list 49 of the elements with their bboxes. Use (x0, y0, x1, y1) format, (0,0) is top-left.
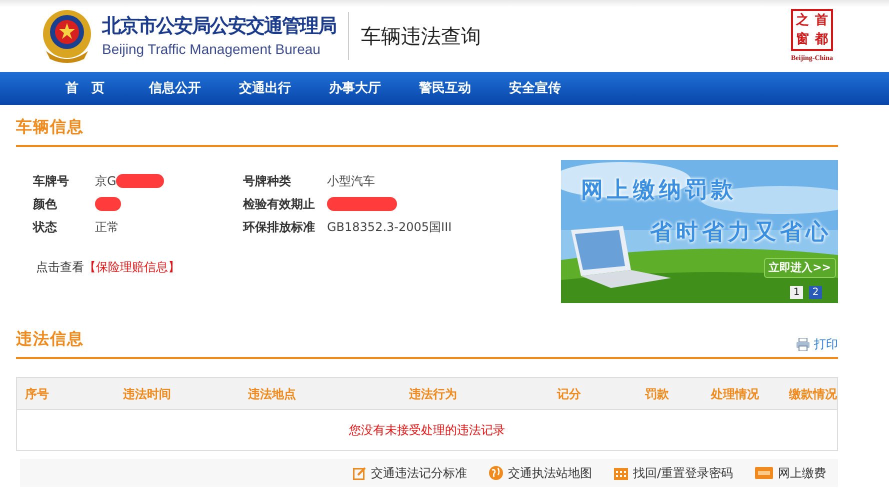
edit-icon (352, 466, 366, 480)
column-header: 罚款 (644, 386, 670, 402)
field-label: 检验有效期止 (243, 196, 316, 213)
column-header: 处理情况 (710, 386, 760, 402)
column-header: 违法地点 (247, 386, 297, 402)
logo-character: 首 (814, 14, 828, 27)
logo-character: 都 (814, 32, 828, 46)
print-link[interactable]: 打印 (796, 335, 838, 353)
column-header: 违法时间 (122, 386, 172, 402)
field-value: 小型汽车 (327, 173, 375, 190)
column-header: 记分 (556, 386, 582, 402)
section-title: 违法信息 (16, 328, 84, 350)
insurance-link[interactable]: 【保险理赔信息】 (84, 258, 180, 276)
field-label: 车牌号 (33, 173, 70, 190)
footer-link[interactable]: 找回/重置登录密码 (614, 464, 733, 482)
slide-page-button[interactable]: 2 (809, 286, 822, 299)
field-label: 环保排放标准 (243, 219, 316, 236)
nav-link[interactable]: 警民互动 (400, 72, 490, 105)
field-value: 正常 (95, 219, 119, 236)
globe-icon (488, 466, 503, 480)
printer-icon (796, 338, 810, 350)
nav-link[interactable]: 首 页 (40, 72, 130, 105)
footer-link[interactable]: 交通违法记分标准 (352, 464, 467, 482)
field-label: 号牌种类 (243, 173, 292, 190)
nav-link[interactable]: 交通出行 (220, 72, 310, 105)
column-header: 序号 (24, 386, 50, 402)
empty-message: 您没有未接受处理的违法记录 (349, 422, 505, 439)
insurance-prompt: 点击查看 (36, 259, 84, 276)
logo-character: 之 (796, 14, 809, 27)
field-label: 颜色 (33, 196, 58, 213)
column-header: 缴款情况 (788, 386, 838, 402)
nav-link[interactable]: 办事大厅 (310, 72, 400, 105)
footer-link[interactable]: 交通执法站地图 (488, 464, 592, 482)
calendar-icon (614, 466, 628, 480)
logo-character: 窗 (796, 32, 809, 46)
column-header: 违法行为 (408, 386, 458, 402)
card-icon (755, 467, 773, 479)
field-label: 状态 (33, 219, 58, 236)
banner-slogan: 省时省力又省心 (650, 218, 832, 247)
slide-page-button[interactable]: 1 (790, 286, 803, 299)
field-value: GB18352.3-2005国III (327, 219, 452, 236)
footer-link[interactable]: 网上缴费 (755, 464, 826, 482)
nav-link[interactable]: 信息公开 (130, 72, 220, 105)
field-value: 京G (95, 173, 116, 190)
page-title: 车辆违法查询 (361, 23, 481, 50)
nav-link[interactable]: 安全宣传 (490, 72, 580, 105)
section-title: 车辆信息 (16, 116, 84, 138)
org-name: 北京市公安局公安交通管理局 (102, 14, 336, 39)
org-name-english: Beijing Traffic Management Bureau (102, 40, 322, 59)
